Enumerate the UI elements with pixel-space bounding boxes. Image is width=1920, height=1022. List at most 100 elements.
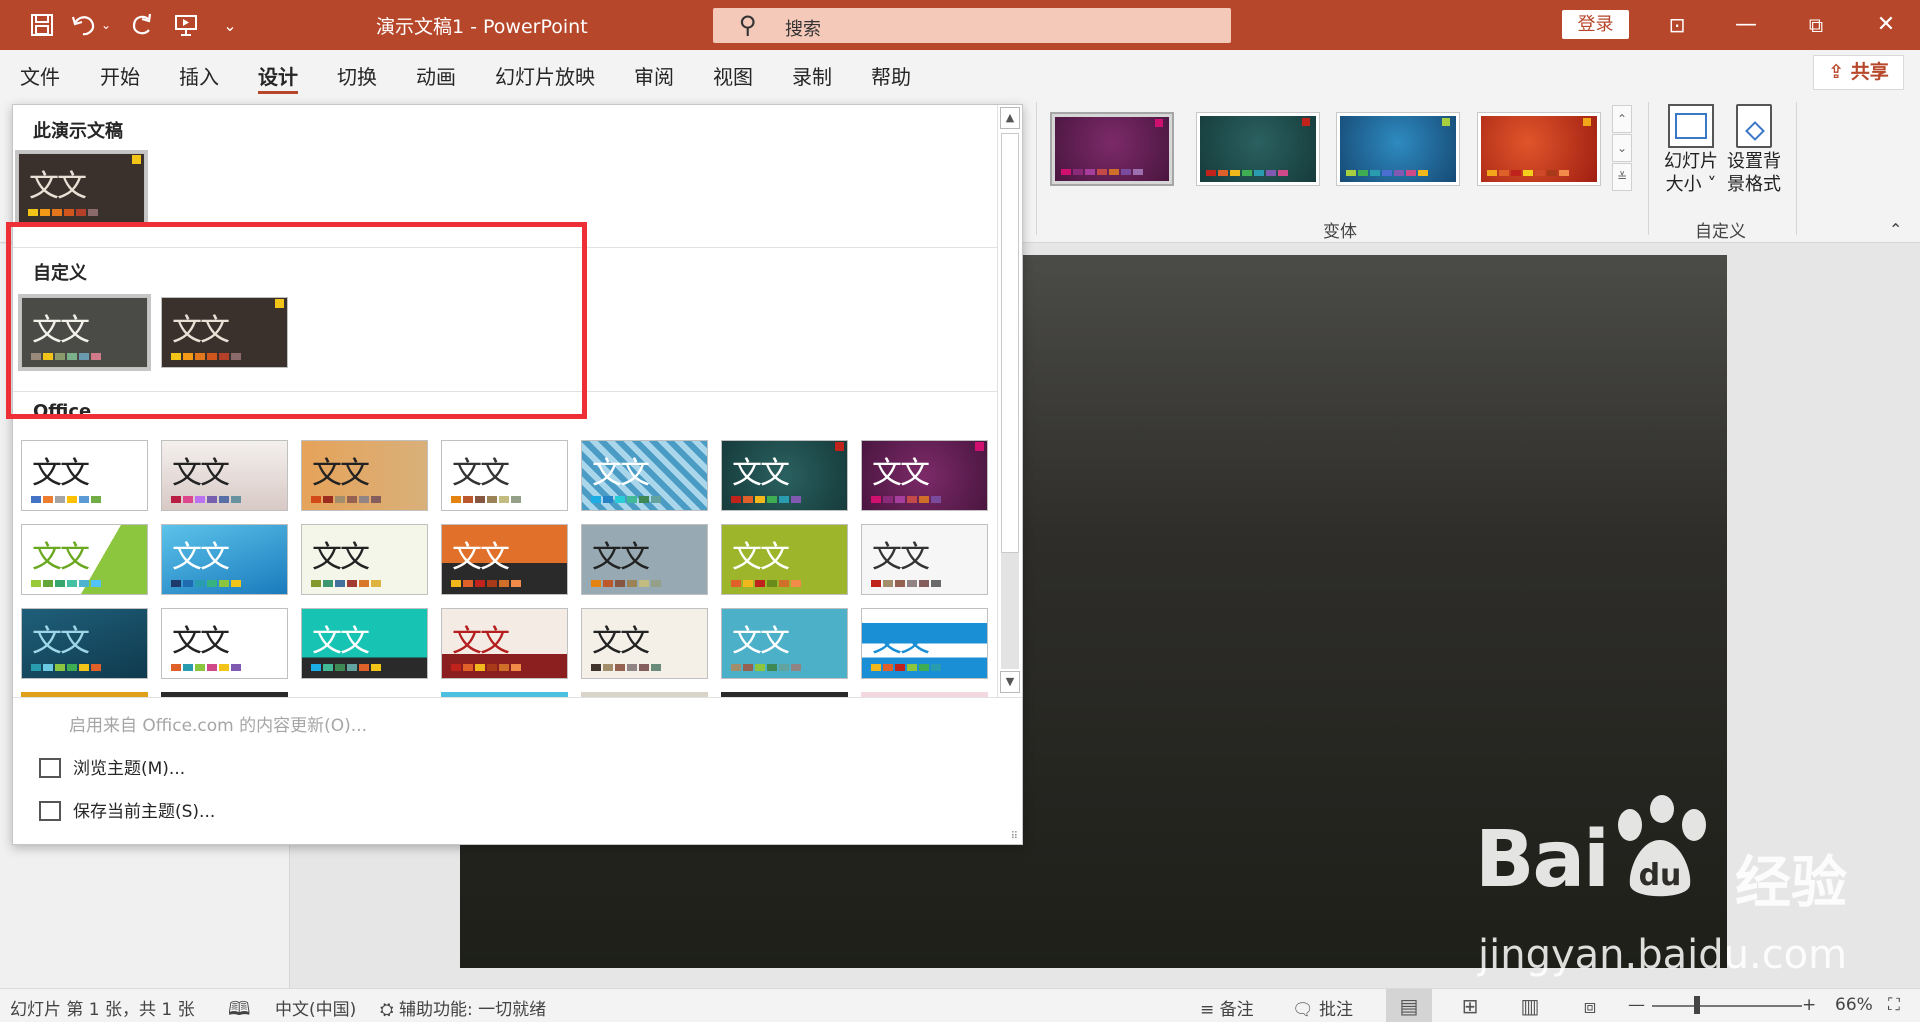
gallery-scroll-down-icon[interactable]: ▼ bbox=[1000, 671, 1020, 693]
slide-sorter-view-icon[interactable]: ⊞ bbox=[1447, 989, 1493, 1022]
variant-4[interactable] bbox=[1477, 112, 1601, 186]
tab-view[interactable]: 视图 bbox=[713, 61, 753, 90]
theme-circuit[interactable]: 文文 bbox=[161, 524, 288, 595]
slide-size-button[interactable]: 幻灯片 大小 ˅ bbox=[1664, 104, 1718, 196]
variant-3[interactable] bbox=[1336, 112, 1460, 186]
browse-themes-item[interactable]: 浏览主题(M)... bbox=[39, 754, 185, 779]
restore-button[interactable]: ⧉ bbox=[1796, 8, 1836, 42]
customize-qat-icon[interactable]: ⌄ bbox=[216, 11, 244, 39]
theme-current[interactable]: 文文 bbox=[15, 150, 148, 227]
variant-1[interactable] bbox=[1050, 112, 1174, 186]
document-title: 演示文稿1 - PowerPoint bbox=[376, 16, 588, 38]
zoom-slider-knob[interactable] bbox=[1694, 996, 1700, 1014]
theme-gallery[interactable]: 文文 bbox=[161, 440, 288, 511]
theme-dividend[interactable]: 文文 bbox=[721, 608, 848, 679]
reading-view-icon[interactable]: ▥ bbox=[1507, 989, 1553, 1022]
tab-file[interactable]: 文件 bbox=[20, 61, 60, 90]
baidu-paw-logo: du bbox=[1618, 795, 1706, 897]
watermark-brand: Bai bbox=[1475, 815, 1610, 905]
undo-icon[interactable] bbox=[70, 11, 98, 39]
zoom-out-button[interactable]: — bbox=[1628, 995, 1645, 1015]
zoom-slider[interactable] bbox=[1652, 1005, 1802, 1007]
normal-view-icon[interactable]: ▤ bbox=[1386, 989, 1432, 1022]
theme-headlines[interactable]: 文文 bbox=[721, 524, 848, 595]
ribbon-tabs: 文件 开始 插入 设计 切换 动画 幻灯片放映 审阅 视图 录制 帮助 bbox=[0, 50, 1920, 95]
tab-record[interactable]: 录制 bbox=[792, 61, 832, 90]
collapse-ribbon-icon[interactable]: ⌃ bbox=[1889, 220, 1902, 239]
fit-to-window-icon[interactable]: ⛶ bbox=[1888, 995, 1900, 1015]
slide-counter: 幻灯片 第 1 张，共 1 张 bbox=[10, 1000, 195, 1020]
variant-more-icon[interactable]: ≚ bbox=[1612, 163, 1632, 191]
accessibility-icon: ⛭ bbox=[380, 1000, 394, 1020]
accessibility-status[interactable]: ⛭ 辅助功能: 一切就绪 bbox=[380, 995, 546, 1020]
svg-text:du: du bbox=[1639, 858, 1682, 893]
zoom-level[interactable]: 66% bbox=[1835, 995, 1873, 1015]
comments-button[interactable]: 🗨 批注 bbox=[1292, 995, 1353, 1020]
save-theme-icon bbox=[39, 801, 61, 821]
theme-vapor[interactable]: 文文 bbox=[161, 608, 288, 679]
tab-review[interactable]: 审阅 bbox=[634, 61, 674, 90]
variant-scroll-down-icon[interactable]: ⌄ bbox=[1612, 134, 1632, 162]
tab-home[interactable]: 开始 bbox=[100, 61, 140, 90]
notes-button[interactable]: ≡ 备注 bbox=[1200, 995, 1254, 1020]
theme-organic[interactable]: 文文 bbox=[301, 524, 428, 595]
status-bar: 幻灯片 第 1 张，共 1 张 🕮 中文(中国) ⛭ 辅助功能: 一切就绪 ≡ … bbox=[0, 988, 1920, 1022]
gallery-scroll-thumb[interactable] bbox=[1001, 133, 1019, 553]
redo-icon[interactable] bbox=[128, 11, 156, 39]
theme-mesh[interactable]: 文文 bbox=[441, 524, 568, 595]
theme-retrospect[interactable]: 文文 bbox=[581, 524, 708, 595]
tab-help[interactable]: 帮助 bbox=[871, 61, 911, 90]
tab-insert[interactable]: 插入 bbox=[179, 61, 219, 90]
theme-office[interactable]: 文文 bbox=[21, 440, 148, 511]
save-icon[interactable] bbox=[28, 11, 56, 39]
comments-icon: 🗨 bbox=[1292, 1000, 1314, 1020]
theme-frame[interactable]: 文文 bbox=[581, 608, 708, 679]
enable-office-updates-item: 启用来自 Office.com 的内容更新(O)... bbox=[69, 716, 367, 736]
theme-main-event[interactable]: 文文 bbox=[21, 608, 148, 679]
spelling-check-icon[interactable]: 🕮 bbox=[228, 995, 250, 1022]
tab-design[interactable]: 设计 bbox=[258, 61, 298, 94]
variant-accent bbox=[1155, 119, 1163, 127]
slideshow-view-icon[interactable]: ⧈ bbox=[1567, 989, 1613, 1022]
gallery-scroll-up-icon[interactable]: ▲ bbox=[1000, 107, 1020, 129]
gallery-scrollbar[interactable]: ▲ ▼ bbox=[997, 105, 1022, 697]
save-current-theme-item[interactable]: 保存当前主题(S)... bbox=[39, 797, 215, 822]
search-box[interactable]: ⚲ 搜索 bbox=[713, 8, 1231, 43]
tab-slideshow[interactable]: 幻灯片放映 bbox=[495, 61, 595, 90]
share-button[interactable]: ⇪ 共享 bbox=[1813, 55, 1904, 90]
notes-icon: ≡ bbox=[1200, 1000, 1215, 1020]
theme-wood-type[interactable]: 文文 bbox=[301, 440, 428, 511]
theme-slice[interactable]: 文文 bbox=[21, 524, 148, 595]
ribbon-display-options-icon[interactable]: ⊡ bbox=[1657, 8, 1697, 42]
present-from-start-icon[interactable] bbox=[172, 11, 200, 39]
variant-2[interactable] bbox=[1196, 112, 1320, 186]
login-button[interactable]: 登录 bbox=[1562, 10, 1629, 39]
theme-basis[interactable]: 文文 bbox=[301, 608, 428, 679]
watermark-url: jingyan.baidu.com bbox=[1478, 932, 1848, 978]
tab-transitions[interactable]: 切换 bbox=[337, 61, 377, 90]
theme-ion[interactable]: 文文 bbox=[861, 440, 988, 511]
theme-gallery-dropdown: 此演示文稿 文文 自定义 文文 文文 Office 文文 文文 文文 文文 文文… bbox=[12, 104, 1023, 845]
language-indicator[interactable]: 中文(中国) bbox=[275, 995, 356, 1020]
variants-group-label: 变体 bbox=[1323, 222, 1357, 242]
zoom-in-button[interactable]: + bbox=[1802, 995, 1816, 1015]
theme-parcel[interactable]: 文文 bbox=[861, 608, 988, 679]
search-icon: ⚲ bbox=[739, 11, 757, 39]
variant-scroll-up-icon[interactable]: ⌃ bbox=[1612, 105, 1632, 133]
share-label: 共享 bbox=[1850, 61, 1889, 83]
customize-group-label: 自定义 bbox=[1695, 222, 1746, 242]
search-placeholder: 搜索 bbox=[785, 19, 821, 40]
undo-dropdown-icon[interactable]: ⌄ bbox=[99, 11, 113, 39]
theme-facet[interactable]: 文文 bbox=[441, 440, 568, 511]
format-background-button[interactable]: 设置背 景格式 bbox=[1727, 104, 1781, 196]
highlight-annotation-box bbox=[6, 222, 587, 419]
close-button[interactable]: ✕ bbox=[1866, 8, 1906, 42]
section-this-presentation: 此演示文稿 bbox=[33, 121, 123, 142]
minimize-button[interactable]: — bbox=[1726, 8, 1766, 42]
theme-berlin[interactable]: 文文 bbox=[581, 440, 708, 511]
resize-grip-icon[interactable]: ⠿ bbox=[1011, 831, 1018, 842]
theme-badge[interactable]: 文文 bbox=[861, 524, 988, 595]
theme-savon[interactable]: 文文 bbox=[441, 608, 568, 679]
tab-animations[interactable]: 动画 bbox=[416, 61, 456, 90]
theme-ion-boardroom[interactable]: 文文 bbox=[721, 440, 848, 511]
